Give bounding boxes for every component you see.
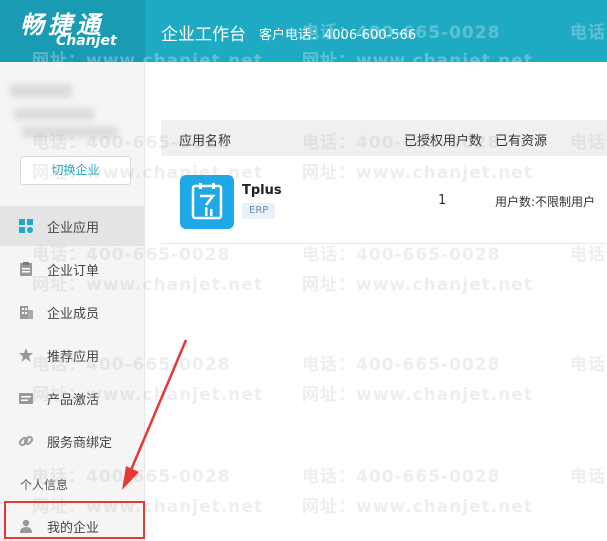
blurred-company-name	[10, 84, 72, 98]
link-icon	[18, 433, 34, 449]
blurred-user-info-2	[22, 126, 118, 138]
app-category-badge: ERP	[242, 203, 276, 219]
sidebar: 切换企业 企业应用 企业订单 企业成员 推荐应用 产品激活 服务商绑定 个人信息…	[0, 62, 145, 541]
sidebar-item-label: 企业成员	[47, 306, 100, 322]
sidebar-item-enterprise-orders[interactable]: 企业订单	[0, 249, 144, 289]
sidebar-item-product-activation[interactable]: 产品激活	[0, 378, 144, 418]
watermark-site: 网址：www.chanjet.net	[302, 275, 533, 295]
watermark-phone: 电话：400-665-0028	[302, 467, 501, 487]
clipboard-icon	[18, 261, 34, 277]
watermark-site: 网址：www.chanjet.net	[302, 497, 533, 517]
watermark-phone: 电话：400-665-0028	[570, 355, 607, 375]
authorized-user-count: 1	[438, 193, 447, 208]
sidebar-item-enterprise-members[interactable]: 企业成员	[0, 292, 144, 332]
tplus-app-icon[interactable]	[180, 175, 234, 229]
card-icon	[18, 390, 34, 406]
logo-text-en: Chanjet	[56, 33, 117, 49]
section-personal-info: 个人信息	[20, 478, 69, 492]
resource-info: 用户数:不限制用户	[495, 195, 596, 209]
column-header-authorized-users: 已授权用户数	[404, 134, 483, 149]
page-title: 企业工作台	[161, 25, 246, 45]
sidebar-item-label: 推荐应用	[47, 349, 100, 365]
apps-table-header: 应用名称 已授权用户数 已有资源	[161, 120, 607, 156]
app-name[interactable]: Tplus	[242, 183, 282, 198]
chanjet-logo[interactable]: 畅捷通 Chanjet	[0, 0, 145, 62]
building-icon	[18, 304, 34, 320]
top-header: 畅捷通 Chanjet 企业工作台 客户电话：4006-600-566	[0, 0, 607, 62]
watermark-phone: 电话：400-665-0028	[570, 467, 607, 487]
watermark-site: 网址：www.chanjet.net	[302, 385, 533, 405]
sidebar-item-label: 服务商绑定	[47, 435, 113, 451]
sidebar-item-recommended-apps[interactable]: 推荐应用	[0, 335, 144, 375]
sidebar-item-label: 企业应用	[47, 220, 100, 236]
sidebar-item-label: 产品激活	[47, 392, 100, 408]
sidebar-item-enterprise-apps[interactable]: 企业应用	[0, 206, 144, 246]
customer-phone: 客户电话：4006-600-566	[259, 28, 417, 43]
table-row[interactable]: Tplus ERP 1 用户数:不限制用户	[161, 156, 607, 244]
annotation-highlight-box	[4, 501, 145, 539]
blurred-user-info	[14, 108, 94, 120]
watermark-phone: 电话：400-665-0028	[302, 355, 501, 375]
sidebar-item-label: 企业订单	[47, 263, 100, 279]
grid-icon	[18, 218, 34, 234]
sidebar-item-service-binding[interactable]: 服务商绑定	[0, 421, 144, 461]
column-header-app-name: 应用名称	[179, 134, 232, 149]
star-icon	[18, 347, 34, 363]
column-header-resources: 已有资源	[495, 134, 548, 149]
switch-company-button[interactable]: 切换企业	[20, 156, 131, 185]
